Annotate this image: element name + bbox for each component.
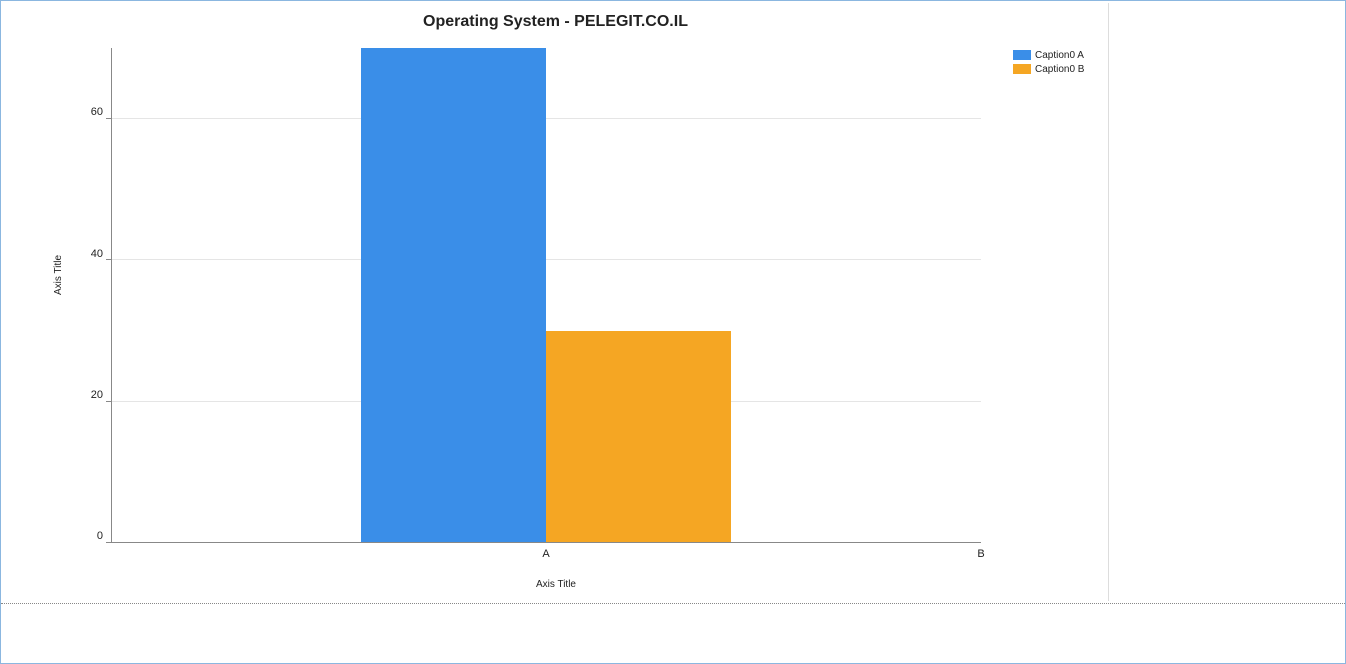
x-tick-label: B — [977, 548, 984, 560]
y-tick-label: 40 — [91, 248, 103, 260]
y-tick-label: 60 — [91, 106, 103, 118]
legend-item: Caption0 A — [1013, 48, 1084, 62]
legend-swatch-a — [1013, 50, 1031, 60]
gridline — [111, 259, 981, 260]
gridline — [111, 118, 981, 119]
chart-title: Operating System - PELEGIT.CO.IL — [3, 13, 1108, 31]
chart-legend: Caption0 A Caption0 B — [1013, 48, 1084, 76]
legend-label: Caption0 B — [1035, 64, 1084, 75]
plot-area: 0 20 40 60 A B — [111, 48, 981, 543]
chart-container: Operating System - PELEGIT.CO.IL Axis Ti… — [3, 3, 1109, 601]
legend-item: Caption0 B — [1013, 62, 1084, 76]
y-axis-label: Axis Title — [53, 255, 64, 295]
bar-series-b-cat-a — [546, 331, 731, 543]
x-axis-line — [111, 542, 981, 543]
divider-dotted — [1, 603, 1346, 604]
y-tick-label: 0 — [97, 530, 103, 542]
y-tick-label: 20 — [91, 389, 103, 401]
x-tick-label: A — [542, 548, 549, 560]
bar-series-a-cat-a — [361, 48, 546, 543]
legend-swatch-b — [1013, 64, 1031, 74]
y-axis-line — [111, 48, 112, 543]
legend-label: Caption0 A — [1035, 50, 1084, 61]
x-axis-label: Axis Title — [3, 579, 1109, 590]
chart-frame: Operating System - PELEGIT.CO.IL Axis Ti… — [0, 0, 1346, 664]
